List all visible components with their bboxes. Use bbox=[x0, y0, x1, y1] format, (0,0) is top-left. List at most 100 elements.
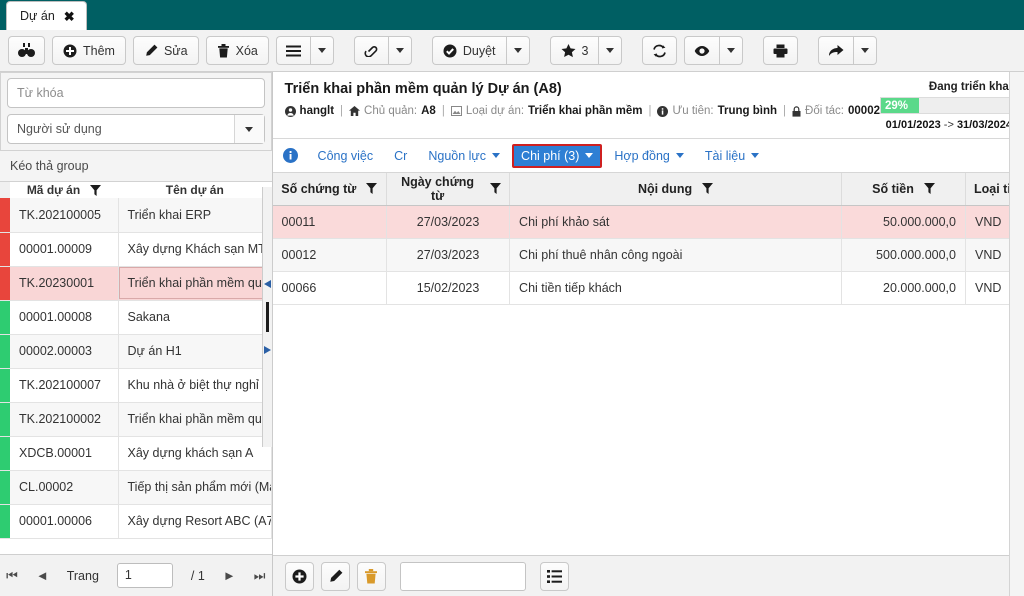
approve-button-group: Duyệt bbox=[431, 36, 530, 65]
row-color-marker bbox=[0, 232, 10, 267]
cost-quick-input[interactable] bbox=[399, 561, 526, 591]
col-label: Tên dự án bbox=[165, 183, 224, 197]
hamburger-menu-icon bbox=[285, 45, 301, 57]
attach-button[interactable] bbox=[353, 36, 388, 65]
tab-h-p-ng[interactable]: Hợp đồng bbox=[605, 144, 692, 168]
project-date-range: 01/01/2023 -> 31/03/2024 bbox=[880, 119, 1012, 131]
first-page-icon[interactable]: ⏮ bbox=[6, 568, 18, 584]
col-header-s-ti-n[interactable]: Số tiền bbox=[841, 173, 966, 206]
add-cost-button[interactable] bbox=[284, 561, 314, 591]
add-button[interactable]: Thêm bbox=[52, 36, 126, 65]
delete-button[interactable]: Xóa bbox=[205, 36, 269, 65]
cell-ngay-chung-tu: 27/03/2023 bbox=[386, 205, 511, 239]
filter-icon[interactable] bbox=[90, 184, 102, 196]
list-icon bbox=[546, 569, 562, 583]
cost-list-view-button[interactable] bbox=[539, 561, 569, 591]
tab-chi-ph-3[interactable]: Chi phí (3) bbox=[512, 143, 603, 168]
menu-dropdown-button[interactable] bbox=[309, 36, 334, 65]
chevron-down-icon bbox=[395, 48, 404, 53]
splitter-right-arrow-icon[interactable] bbox=[263, 346, 271, 354]
search-input[interactable]: Từ khóa bbox=[7, 78, 265, 108]
table-row[interactable]: XDCB.00001 Xây dựng khách sạn A bbox=[0, 436, 272, 471]
filter-icon[interactable] bbox=[490, 183, 502, 195]
close-icon[interactable]: ✖ bbox=[64, 10, 75, 23]
tab-ngu-n-l-c[interactable]: Nguồn lực bbox=[419, 144, 509, 168]
approve-button[interactable]: Duyệt bbox=[431, 36, 506, 65]
cell-so-chung-tu: 00066 bbox=[272, 271, 388, 305]
delete-cost-button[interactable] bbox=[356, 561, 386, 591]
cell-project-name: Xây dựng Resort ABC (A7) bbox=[118, 504, 272, 539]
share-button[interactable] bbox=[818, 36, 854, 65]
owner-value: A8 bbox=[421, 105, 436, 117]
tab-cr[interactable]: Cr bbox=[385, 144, 416, 168]
info-circle-icon[interactable] bbox=[282, 148, 298, 163]
col-header-ma-du-an[interactable]: Mã dự án bbox=[10, 182, 118, 198]
app-tab-du-an[interactable]: Dự án ✖ bbox=[6, 1, 87, 30]
edit-button[interactable]: Sửa bbox=[132, 36, 199, 65]
cell-project-name: Khu nhà ở biệt thự nghỉ dưỡng 5 sao Lucx bbox=[118, 368, 272, 403]
splitter-left-arrow-icon[interactable] bbox=[263, 280, 271, 288]
cell-project-code: TK.20230001 bbox=[10, 266, 119, 301]
approve-dropdown-button[interactable] bbox=[505, 36, 530, 65]
chevron-down-icon bbox=[317, 48, 326, 53]
table-row[interactable]: 00002.00003 Dự án H1 bbox=[0, 334, 272, 369]
print-button[interactable] bbox=[763, 36, 799, 65]
chevron-down-icon bbox=[861, 48, 870, 53]
page-number-input[interactable]: 1 bbox=[116, 563, 173, 588]
project-list-rows[interactable]: TK.202100005 Triển khai ERP 00001.00009 Xây… bbox=[0, 198, 272, 554]
col-header-ng-y-ch-ng-t[interactable]: Ngày chứng từ bbox=[386, 173, 511, 206]
refresh-button[interactable] bbox=[642, 36, 678, 65]
star-button[interactable]: 3 bbox=[549, 36, 599, 65]
table-row[interactable]: 00001.00009Xây dựng Khách sạn MT (A7) bbox=[0, 232, 272, 267]
owner-label: Chủ quản: bbox=[364, 105, 418, 117]
group-drop-area[interactable]: Kéo thả group bbox=[0, 151, 272, 182]
last-page-icon[interactable]: ⏭ bbox=[254, 568, 266, 584]
tab-t-i-li-u[interactable]: Tài liệu bbox=[696, 144, 768, 168]
trash-icon bbox=[217, 43, 230, 58]
star-dropdown-button[interactable] bbox=[598, 36, 623, 65]
share-dropdown-button[interactable] bbox=[853, 36, 878, 65]
table-row[interactable]: 00001.00006 Xây dựng Resort ABC (A7) bbox=[0, 504, 272, 539]
pencil-icon bbox=[328, 569, 343, 584]
filter-icon[interactable] bbox=[366, 183, 378, 195]
table-row[interactable]: 00001.00008 Sakana bbox=[0, 300, 272, 335]
cost-grid: Số chứng từ Ngày chứng từ Nội dung Số tiền L… bbox=[272, 173, 1024, 305]
filter-icon[interactable] bbox=[702, 183, 714, 195]
splitter-grip bbox=[265, 302, 269, 332]
table-row[interactable]: 00011 27/03/2023 Chi phí khảo sát 50.000.00… bbox=[272, 205, 1024, 239]
tab-label: Hợp đồng bbox=[614, 148, 670, 163]
cell-so-chung-tu: 00012 bbox=[272, 238, 388, 272]
user-select[interactable]: Người sử dụng bbox=[7, 114, 265, 144]
view-dropdown-button[interactable] bbox=[719, 36, 744, 65]
filter-icon[interactable] bbox=[923, 183, 935, 195]
row-color-marker bbox=[0, 436, 10, 471]
pager-label: Trang bbox=[66, 568, 99, 583]
view-button[interactable] bbox=[684, 36, 720, 65]
table-row[interactable]: TK.202100005 Triển khai ERP bbox=[0, 198, 272, 233]
edit-button-label: Sửa bbox=[163, 43, 188, 58]
table-row[interactable]: TK.20230001Triển khai phần mềm quản lý D… bbox=[0, 266, 272, 301]
attach-dropdown-button[interactable] bbox=[387, 36, 412, 65]
binoculars-icon bbox=[18, 43, 35, 58]
chevron-down-icon bbox=[492, 153, 501, 158]
tab-c-ng-vi-c[interactable]: Công việc bbox=[309, 144, 383, 168]
table-row[interactable]: TK.202100002Triển khai phần mềm quản lý … bbox=[0, 402, 272, 437]
edit-cost-button[interactable] bbox=[320, 561, 350, 591]
col-label: Số tiền bbox=[872, 181, 914, 196]
table-row[interactable]: 00012 27/03/2023 Chi phí thuê nhân công ng… bbox=[272, 238, 1024, 272]
col-header-n-i-dung[interactable]: Nội dung bbox=[509, 173, 842, 206]
next-page-icon[interactable]: ► bbox=[223, 568, 236, 583]
col-header-ten-du-an[interactable]: Tên dự án bbox=[118, 182, 272, 198]
table-row[interactable]: TK.202100007Khu nhà ở biệt thự nghỉ dưỡn… bbox=[0, 368, 272, 403]
search-button[interactable] bbox=[8, 36, 45, 65]
row-color-marker bbox=[0, 470, 10, 505]
table-row[interactable]: 00066 15/02/2023 Chi tiền tiếp khách 20.000… bbox=[272, 271, 1024, 305]
meta-sep: | bbox=[441, 105, 445, 117]
hamburger-menu-button[interactable] bbox=[275, 36, 310, 65]
prev-page-icon[interactable]: ◄ bbox=[36, 568, 49, 583]
window-scrollbar[interactable] bbox=[1009, 72, 1024, 596]
panel-splitter[interactable] bbox=[261, 187, 273, 447]
printer-icon bbox=[773, 44, 788, 58]
col-header-s-ch-ng-t[interactable]: Số chứng từ bbox=[272, 173, 388, 206]
table-row[interactable]: CL.00002Tiếp thị sản phẩm mới (Marketing… bbox=[0, 470, 272, 505]
